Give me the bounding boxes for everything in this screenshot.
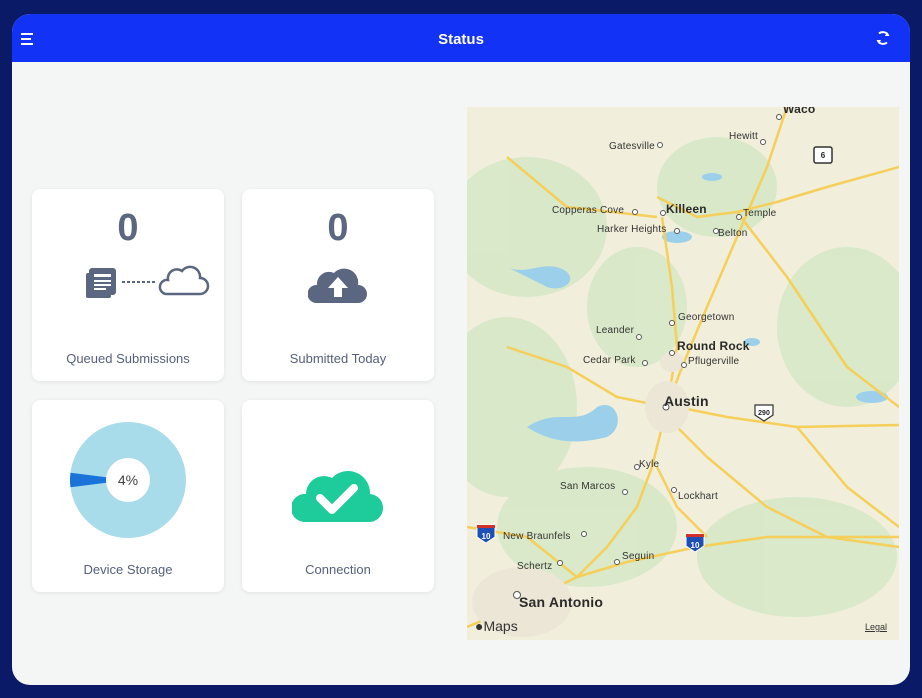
queued-count: 0 (117, 207, 139, 249)
cloud-outline-icon (158, 265, 210, 296)
map-view[interactable]: 6 290 10 10 Waco Hewitt Gatesville Coppe… (467, 107, 899, 640)
map-label-belton: Belton (718, 228, 748, 239)
map-label-round-rock: Round Rock (677, 339, 750, 353)
map-label-cedar-park: Cedar Park (583, 355, 636, 366)
storage-label: Device Storage (83, 562, 173, 577)
submitted-label: Submitted Today (289, 351, 387, 366)
map-label-georgetown: Georgetown (678, 312, 735, 323)
cloud-check-icon (292, 471, 384, 523)
map-label-killeen: Killeen (666, 202, 707, 216)
apple-maps-logo: ●Maps (475, 618, 518, 634)
map-label-kyle: Kyle (639, 459, 660, 470)
legal-link[interactable]: Legal (865, 622, 887, 632)
page-title: Status (438, 31, 484, 48)
svg-text:10: 10 (482, 532, 491, 541)
map-label-harker-heights: Harker Heights (597, 224, 667, 235)
connection-card[interactable]: Connection (242, 400, 434, 592)
highway-shield-6: 6 (813, 146, 833, 164)
queued-label: Queued Submissions (66, 351, 190, 366)
svg-text:290: 290 (758, 410, 770, 417)
map-label-copperas-cove: Copperas Cove (552, 205, 625, 216)
map-label-lockhart: Lockhart (678, 491, 718, 502)
map-label-gatesville: Gatesville (609, 141, 655, 152)
map-label-pflugerville: Pflugerville (688, 356, 740, 367)
map-label-waco: Waco (783, 107, 816, 116)
connection-label: Connection (305, 562, 371, 577)
map-label-seguin: Seguin (622, 551, 655, 562)
map-label-new-braunfels: New Braunfels (503, 531, 571, 542)
map-label-leander: Leander (596, 325, 635, 336)
queued-submissions-card[interactable]: 0 Queued Submissions (32, 189, 224, 381)
queued-sync-graphic (86, 265, 210, 298)
map-label-schertz: Schertz (517, 561, 553, 572)
map-label-san-marcos: San Marcos (560, 481, 616, 492)
documents-icon (86, 268, 116, 298)
submitted-today-card[interactable]: 0 Submitted Today (242, 189, 434, 381)
cloud-upload-icon (308, 268, 367, 303)
device-frame: Status 0 Queued Submissions 0 Submitted … (0, 0, 922, 698)
storage-donut-chart: 4% (70, 422, 186, 538)
map-label-hewitt: Hewitt (729, 131, 758, 142)
map-label-temple: Temple (743, 208, 777, 219)
svg-text:6: 6 (821, 151, 826, 160)
app-screen: Status 0 Queued Submissions 0 Submitted … (12, 14, 910, 685)
refresh-icon[interactable] (874, 29, 892, 47)
submitted-count: 0 (327, 207, 349, 249)
map-label-san-antonio: San Antonio (519, 594, 604, 610)
svg-text:10: 10 (691, 541, 700, 550)
navigation-bar: Status (12, 14, 910, 62)
device-storage-card[interactable]: 4% Device Storage (32, 400, 224, 592)
storage-percent-text: 4% (118, 472, 138, 488)
map-label-austin: Austin (664, 393, 709, 409)
